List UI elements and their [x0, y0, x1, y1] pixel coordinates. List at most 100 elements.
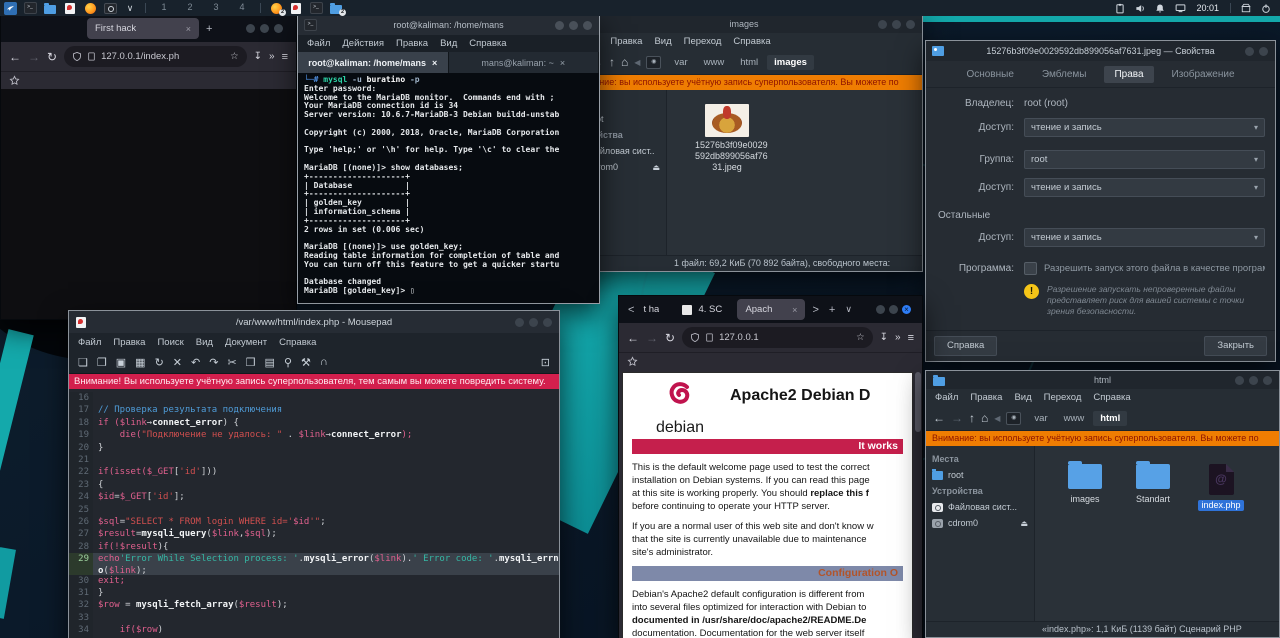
- workspace-button[interactable]: 3: [203, 0, 229, 16]
- tab-close-icon[interactable]: ×: [792, 305, 797, 315]
- menu-item[interactable]: Справка: [1093, 392, 1130, 403]
- properties-tab[interactable]: Эмблемы: [1032, 66, 1097, 83]
- minimize-button[interactable]: [555, 21, 564, 30]
- go-to-icon[interactable]: ∩: [320, 356, 328, 369]
- properties-tab[interactable]: Права: [1104, 66, 1153, 83]
- launcher-chevron-icon[interactable]: ∨: [123, 2, 137, 14]
- minimize-button[interactable]: [878, 20, 887, 29]
- window-titlebar[interactable]: html: [926, 371, 1279, 389]
- breadcrumb-item[interactable]: html: [733, 55, 765, 70]
- tab-sqli[interactable]: 4. SC: [679, 299, 733, 320]
- back-button[interactable]: ←: [9, 50, 21, 64]
- scrollbar-thumb[interactable]: [915, 372, 921, 432]
- overflow-menu-icon[interactable]: »: [269, 51, 275, 62]
- close-button[interactable]: ×: [902, 305, 911, 314]
- menu-item[interactable]: Правка: [970, 392, 1002, 403]
- maximize-button[interactable]: [889, 305, 898, 314]
- menu-item[interactable]: Правка: [610, 36, 642, 47]
- owner-access-dropdown[interactable]: чтение и запись▾: [1024, 118, 1265, 137]
- menu-item[interactable]: Правка: [396, 38, 428, 49]
- breadcrumb-item[interactable]: var: [1027, 411, 1054, 426]
- close-button[interactable]: [906, 20, 915, 29]
- breadcrumb-item[interactable]: html: [1093, 411, 1127, 426]
- home-button[interactable]: ⌂: [621, 55, 628, 69]
- minimize-button[interactable]: [246, 24, 255, 33]
- screenshot-launcher-icon[interactable]: [103, 2, 117, 14]
- menu-item[interactable]: Вид: [440, 38, 457, 49]
- window-titlebar[interactable]: >_ root@kaliman: /home/mans: [298, 15, 599, 35]
- url-bar[interactable]: 127.0.0.1 ☆: [682, 327, 873, 348]
- downloads-icon[interactable]: ↧: [254, 51, 262, 62]
- workspace-button[interactable]: 1: [151, 0, 177, 16]
- kali-menu-icon[interactable]: [3, 2, 17, 14]
- tab-apache[interactable]: Apach×: [737, 299, 805, 320]
- maximize-button[interactable]: [260, 24, 269, 33]
- redo-icon[interactable]: ↷: [209, 356, 218, 369]
- breadcrumb-item[interactable]: www: [697, 55, 732, 70]
- menu-item[interactable]: Справка: [733, 36, 770, 47]
- menu-item[interactable]: Правка: [113, 337, 145, 348]
- menu-item[interactable]: Вид: [196, 337, 213, 348]
- properties-tab[interactable]: Основные: [956, 66, 1023, 83]
- tab-close-icon[interactable]: ×: [186, 24, 191, 34]
- group-access-dropdown[interactable]: чтение и запись▾: [1024, 178, 1265, 197]
- files-launcher-icon[interactable]: [43, 2, 57, 14]
- sidebar-row[interactable]: Места: [926, 451, 1034, 467]
- back-button[interactable]: ←: [627, 331, 639, 345]
- breadcrumb-collapse-icon[interactable]: ◀: [634, 58, 640, 67]
- page-info-icon[interactable]: [87, 51, 96, 62]
- overflow-menu-icon[interactable]: »: [895, 332, 901, 343]
- new-tab-button[interactable]: +: [826, 304, 838, 316]
- eject-icon[interactable]: ⏏: [1020, 519, 1028, 528]
- breadcrumb-collapse-icon[interactable]: ◀: [994, 414, 1000, 423]
- cut-icon[interactable]: ✂: [227, 356, 236, 369]
- back-button[interactable]: ←: [933, 411, 945, 425]
- home-button[interactable]: ⌂: [981, 411, 988, 425]
- notifications-bell-icon[interactable]: [1153, 2, 1167, 14]
- tab-close-icon[interactable]: ×: [560, 58, 565, 68]
- forward-button[interactable]: →: [28, 50, 40, 64]
- breadcrumb-item[interactable]: www: [1057, 411, 1092, 426]
- hamburger-menu-icon[interactable]: ≡: [908, 332, 914, 344]
- minimize-button[interactable]: [1235, 376, 1244, 385]
- allow-execute-checkbox[interactable]: [1024, 262, 1037, 275]
- menu-item[interactable]: Документ: [225, 337, 267, 348]
- search-icon[interactable]: ⚲: [284, 356, 292, 369]
- close-button[interactable]: [274, 24, 283, 33]
- minimize-button[interactable]: [1245, 47, 1254, 56]
- open-file-icon[interactable]: ❐: [97, 356, 107, 369]
- new-document-icon[interactable]: ❏: [78, 356, 88, 369]
- menu-item[interactable]: Действия: [342, 38, 384, 49]
- power-icon[interactable]: [1259, 2, 1273, 14]
- url-bar[interactable]: 127.0.0.1/index.ph ☆: [64, 46, 247, 67]
- minimize-button[interactable]: [876, 305, 885, 314]
- tab-partial[interactable]: t ha: [641, 299, 675, 320]
- tab-scroll-right-icon[interactable]: >: [809, 304, 821, 316]
- terminal-tab[interactable]: root@kaliman: /home/mans×: [298, 52, 449, 73]
- panel-clock[interactable]: 20:01: [1196, 3, 1219, 13]
- paste-icon[interactable]: ▤: [265, 356, 275, 369]
- sidebar-row[interactable]: Устройства: [926, 483, 1034, 499]
- tab-close-icon[interactable]: ×: [432, 58, 437, 68]
- maximize-button[interactable]: [1249, 376, 1258, 385]
- help-button[interactable]: Справка: [934, 336, 997, 356]
- close-button[interactable]: [583, 21, 592, 30]
- close-file-icon[interactable]: ✕: [173, 356, 182, 369]
- maximize-button[interactable]: [569, 21, 578, 30]
- workspace-button[interactable]: 2: [177, 0, 203, 16]
- save-icon[interactable]: ▣: [116, 356, 126, 369]
- menu-item[interactable]: Справка: [469, 38, 506, 49]
- eject-icon[interactable]: ⏏: [652, 163, 660, 172]
- copy-icon[interactable]: ❒: [246, 356, 256, 369]
- forward-button[interactable]: →: [646, 331, 658, 345]
- terminal-tab[interactable]: mans@kaliman: ~×: [449, 52, 600, 73]
- breadcrumb-root-icon[interactable]: ◉: [1006, 412, 1021, 425]
- maximize-button[interactable]: [892, 20, 901, 29]
- window-titlebar[interactable]: images: [566, 15, 922, 33]
- taskbar-terminal-icon[interactable]: >_: [309, 2, 323, 14]
- reload-icon[interactable]: ↻: [155, 356, 164, 369]
- tab-first-hack[interactable]: First hack ×: [87, 18, 199, 39]
- forward-button[interactable]: →: [951, 411, 963, 425]
- sidebar-row[interactable]: root: [926, 467, 1034, 483]
- taskbar-files-icon[interactable]: 2: [329, 2, 343, 14]
